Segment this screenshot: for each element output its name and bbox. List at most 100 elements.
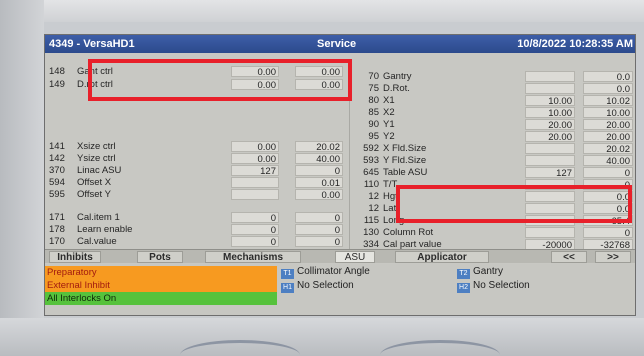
param-number: 90: [368, 119, 379, 130]
param-actual: 0: [295, 236, 343, 248]
param-value: 20.00: [525, 131, 575, 143]
param-row[interactable]: 95 Y2 20.00 20.00: [355, 131, 635, 143]
param-number: 110: [363, 179, 379, 190]
param-name: X2: [383, 107, 395, 118]
tab-bar: Inhibits Pots Mechanisms ASU Applicator …: [45, 249, 635, 263]
param-row[interactable]: 370 Linac ASU 127 0: [49, 165, 345, 177]
tab-mechanisms[interactable]: Mechanisms: [205, 251, 301, 263]
param-name: Cal.item 1: [77, 212, 120, 223]
param-value: 127: [231, 165, 279, 177]
param-number: 85: [368, 107, 379, 118]
param-value: 10.00: [525, 95, 575, 107]
param-row[interactable]: 595 Offset Y 0.00: [49, 189, 345, 201]
page-prev-button[interactable]: <<: [551, 251, 587, 263]
param-actual: 0: [295, 212, 343, 224]
param-value: [525, 155, 575, 166]
param-actual: 0.01: [295, 177, 343, 189]
param-name: Learn enable: [77, 224, 133, 235]
param-name: X Fld.Size: [383, 143, 427, 154]
param-row[interactable]: 592 X Fld.Size 20.02: [355, 143, 635, 155]
param-row[interactable]: 594 Offset X 0.01: [49, 177, 345, 189]
param-actual: 0: [295, 165, 343, 177]
param-value: 0.00: [231, 153, 279, 165]
param-actual: 0.0: [583, 71, 633, 83]
param-number: 95: [368, 131, 379, 142]
param-value: [525, 227, 575, 238]
page-next-button[interactable]: >>: [595, 251, 631, 263]
param-row[interactable]: 141 Xsize ctrl 0.00 20.02: [49, 141, 345, 153]
param-actual: 0: [295, 224, 343, 236]
param-actual: 20.02: [295, 141, 343, 153]
param-number: 149: [49, 79, 65, 90]
param-value: 127: [525, 167, 575, 179]
tab-applicator[interactable]: Applicator: [395, 251, 489, 263]
param-row[interactable]: 80 X1 10.00 10.02: [355, 95, 635, 107]
param-number: 12: [368, 191, 379, 202]
selection-t1[interactable]: T1 Collimator Angle: [281, 266, 370, 279]
tab-inhibits[interactable]: Inhibits: [49, 251, 101, 263]
param-number: 130: [363, 227, 379, 238]
param-row[interactable]: 130 Column Rot 0: [355, 227, 635, 239]
param-number: 645: [363, 167, 379, 178]
param-number: 141: [49, 141, 65, 152]
param-row[interactable]: 178 Learn enable 0 0: [49, 224, 345, 236]
param-actual: 20.00: [583, 131, 633, 143]
t2-key-icon: T2: [457, 269, 470, 279]
highlight-box-hgt-lat: [396, 185, 632, 223]
param-actual: 0.00: [295, 189, 343, 201]
param-number: 592: [363, 143, 379, 154]
param-row[interactable]: 142 Ysize ctrl 0.00 40.00: [49, 153, 345, 165]
param-name: Offset Y: [77, 189, 111, 200]
interlock-all-on: All Interlocks On: [45, 292, 277, 305]
param-name: X1: [383, 95, 395, 106]
param-name: Y2: [383, 131, 395, 142]
param-name: Cal.value: [77, 236, 117, 247]
selection-h2-label: No Selection: [473, 280, 530, 291]
tab-pots[interactable]: Pots: [137, 251, 183, 263]
param-number: 115: [363, 215, 379, 226]
param-row[interactable]: 75 D.Rot. 0.0: [355, 83, 635, 95]
param-number: 593: [363, 155, 379, 166]
param-row[interactable]: 70 Gantry 0.0: [355, 71, 635, 83]
param-actual: 10.00: [583, 107, 633, 119]
param-value: [525, 143, 575, 154]
param-actual: 10.02: [583, 95, 633, 107]
timestamp: 10/8/2022 10:28:35 AM: [517, 38, 633, 50]
param-value: [231, 177, 279, 188]
param-actual: 0.0: [583, 83, 633, 95]
interlock-external-inhibit: External Inhibit: [45, 279, 277, 292]
param-number: 594: [49, 177, 65, 188]
selection-h2[interactable]: H2 No Selection: [457, 280, 530, 293]
param-value: 0: [231, 224, 279, 236]
param-actual: 20.00: [583, 119, 633, 131]
t1-key-icon: T1: [281, 269, 294, 279]
param-row[interactable]: 90 Y1 20.00 20.00: [355, 119, 635, 131]
param-row[interactable]: 170 Cal.value 0 0: [49, 236, 345, 248]
selection-t1-label: Collimator Angle: [297, 266, 370, 277]
mode-label: Service: [317, 38, 357, 50]
param-name: Y Fld.Size: [383, 155, 427, 166]
param-name: Table ASU: [383, 167, 428, 178]
selection-h1[interactable]: H1 No Selection: [281, 280, 354, 293]
param-number: 142: [49, 153, 65, 164]
param-row[interactable]: 171 Cal.item 1 0 0: [49, 212, 345, 224]
param-number: 595: [49, 189, 65, 200]
param-name: Xsize ctrl: [77, 141, 116, 152]
param-value: 10.00: [525, 107, 575, 119]
control-knob: [380, 340, 500, 356]
param-name: Offset X: [77, 177, 112, 188]
selection-t2-label: Gantry: [473, 266, 504, 277]
title-bar: 4349 - VersaHD1 Service 10/8/2022 10:28:…: [45, 35, 635, 53]
param-name: Column Rot: [383, 227, 434, 238]
selection-t2[interactable]: T2 Gantry: [457, 266, 504, 279]
tab-asu[interactable]: ASU: [335, 251, 375, 263]
param-actual: 20.02: [583, 143, 633, 155]
param-row[interactable]: 593 Y Fld.Size 40.00: [355, 155, 635, 167]
param-row[interactable]: 85 X2 10.00 10.00: [355, 107, 635, 119]
param-actual: 0: [583, 167, 633, 179]
param-number: 12: [368, 203, 379, 214]
param-value: [231, 189, 279, 200]
monitor-bezel-left: [0, 0, 44, 356]
param-row[interactable]: 645 Table ASU 127 0: [355, 167, 635, 179]
param-number: 148: [49, 66, 65, 77]
